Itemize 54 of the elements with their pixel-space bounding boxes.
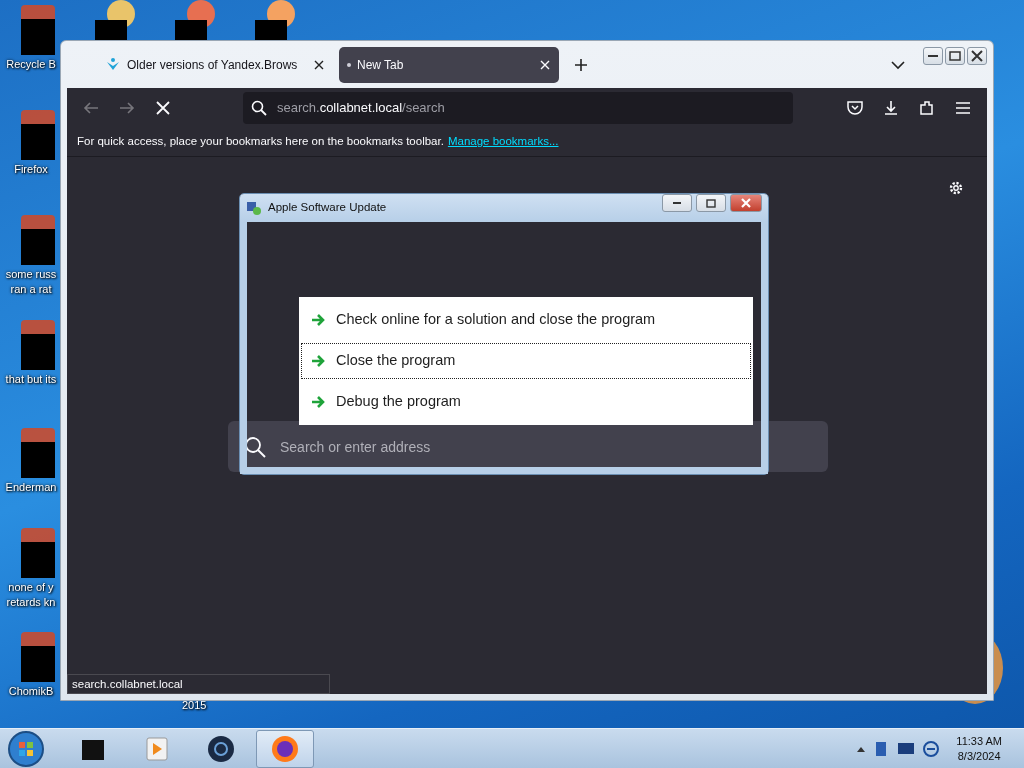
maximize-icon bbox=[706, 198, 716, 208]
arrow-right-icon bbox=[310, 353, 326, 369]
desktop-icon-label: retards kn bbox=[6, 595, 56, 610]
desktop-icon-label: none of y bbox=[8, 580, 54, 595]
dot-icon bbox=[347, 62, 351, 67]
option-button[interactable]: Close the program bbox=[301, 343, 751, 379]
desktop-icon-label: Enderman bbox=[5, 480, 57, 495]
clock-time[interactable]: 11:33 AM bbox=[956, 733, 1002, 749]
browser-tab[interactable]: Older versions of Yandex.Brows bbox=[97, 46, 333, 83]
close-icon[interactable] bbox=[313, 58, 325, 71]
settings-icon[interactable] bbox=[947, 179, 965, 197]
app-icon bbox=[95, 0, 135, 40]
close-icon bbox=[154, 99, 172, 117]
arrow-right-icon bbox=[310, 312, 326, 328]
minimize-button[interactable] bbox=[662, 194, 692, 212]
chevron-down-icon[interactable] bbox=[891, 59, 905, 70]
menu-icon bbox=[954, 99, 972, 117]
desktop-icon-label: Firefox bbox=[14, 162, 48, 177]
desktop-icon-label: ran a rat bbox=[10, 282, 52, 297]
minimize-icon bbox=[928, 55, 938, 57]
status-text: search.collabnet.local bbox=[67, 674, 330, 694]
dialog-title: Apple Software Update bbox=[268, 200, 387, 216]
close-icon bbox=[741, 198, 751, 208]
download-icon bbox=[882, 99, 900, 117]
search-icon bbox=[251, 100, 267, 116]
address-bar[interactable]: search.collabnet.local/search bbox=[243, 92, 793, 124]
desktop-icon-label: 2015 bbox=[182, 698, 207, 713]
desktop-icon-label: that but its bbox=[5, 372, 57, 387]
plus-icon[interactable] bbox=[573, 56, 589, 73]
minimize-icon bbox=[673, 202, 681, 204]
manage-bookmarks-link[interactable]: Manage bookmarks... bbox=[447, 133, 559, 151]
app-icon bbox=[206, 733, 236, 764]
app-icon bbox=[255, 0, 295, 40]
minimize-button[interactable] bbox=[923, 47, 943, 65]
close-button[interactable] bbox=[967, 47, 987, 65]
desktop-icon-label: Recycle B bbox=[6, 57, 56, 72]
taskbar-app-button[interactable] bbox=[256, 729, 314, 768]
app-icon bbox=[175, 0, 215, 40]
browser-tab[interactable]: New Tab bbox=[339, 46, 559, 83]
maximize-button[interactable] bbox=[945, 47, 965, 65]
desktop-icon-label: ChomikB bbox=[8, 684, 54, 699]
shield-icon bbox=[846, 99, 864, 117]
arrow-right-icon bbox=[310, 394, 326, 410]
search-icon bbox=[244, 436, 266, 458]
close-button[interactable] bbox=[730, 194, 762, 212]
clock-date[interactable]: 8/3/2024 bbox=[956, 748, 1002, 764]
close-icon bbox=[971, 50, 983, 62]
maximize-icon bbox=[949, 51, 961, 61]
app-icon bbox=[270, 733, 300, 764]
bookmarks-hint: For quick access, place your bookmarks here on the bookmarks toolbar. bbox=[77, 134, 444, 150]
url-text: search.collabnet.local/search bbox=[277, 99, 445, 118]
app-icon bbox=[246, 200, 262, 216]
desktop-icon-label: some russ bbox=[5, 267, 57, 282]
maximize-button[interactable] bbox=[696, 194, 726, 212]
